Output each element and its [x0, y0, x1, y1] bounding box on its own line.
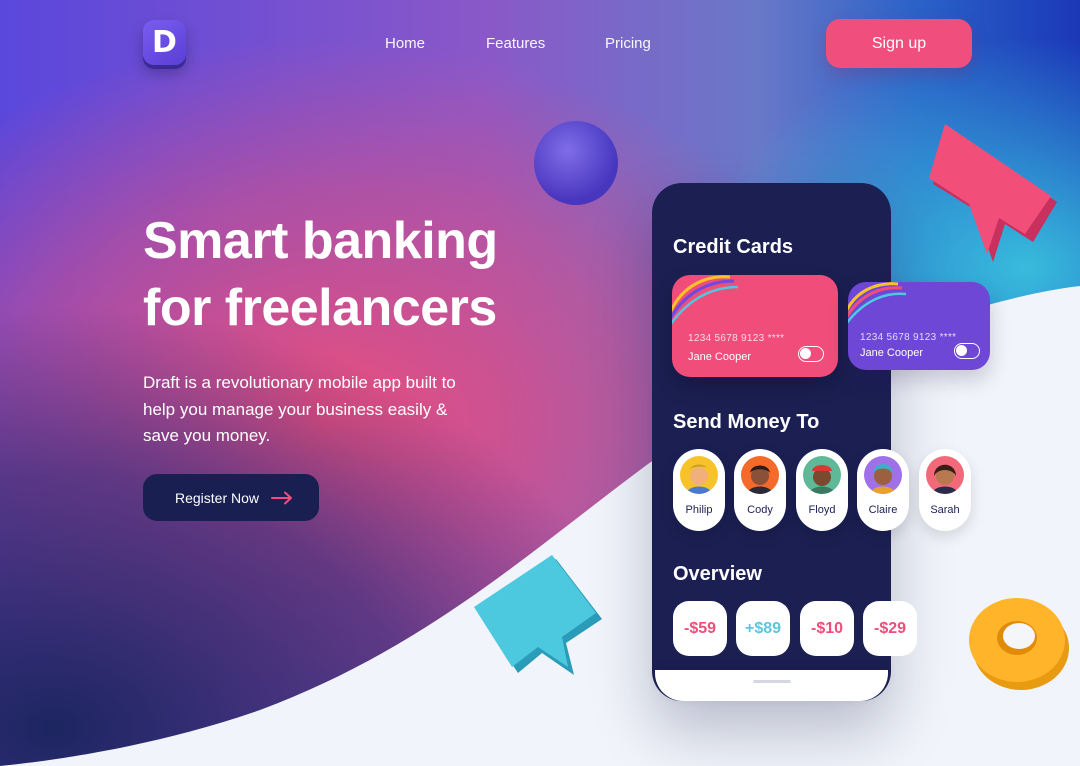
chat-bubble-decoration: [474, 555, 602, 675]
card-stripes-decoration: [848, 282, 907, 324]
phone-bottom-sheet: [655, 670, 888, 701]
contact-philip[interactable]: Philip: [673, 449, 725, 531]
avatar: [741, 456, 779, 494]
app-logo[interactable]: D: [143, 20, 186, 65]
card-number: 1234 5678 9123 ****: [688, 333, 785, 344]
contact-name: Cody: [747, 504, 773, 516]
avatar: [864, 456, 902, 494]
register-button[interactable]: Register Now: [143, 474, 319, 521]
credit-card[interactable]: 1234 5678 9123 **** Jane Cooper: [672, 275, 838, 377]
hero-title-line: Smart banking: [143, 212, 498, 270]
contact-sarah[interactable]: Sarah: [919, 449, 971, 531]
contact-name: Claire: [868, 504, 898, 516]
hero-title-line: for freelancers: [143, 279, 497, 337]
contact-claire[interactable]: Claire: [857, 449, 909, 531]
contact-name: Floyd: [808, 504, 836, 516]
nav-link-features[interactable]: Features: [486, 35, 545, 52]
card-stripes-decoration: [672, 275, 739, 325]
overview-amount[interactable]: +$89: [736, 601, 790, 656]
contact-name: Sarah: [930, 504, 960, 516]
logo-letter: D: [152, 25, 177, 60]
hero-title: Smart banking for freelancers: [143, 208, 583, 342]
register-label: Register Now: [175, 489, 260, 506]
card-toggle[interactable]: [798, 346, 824, 362]
contact-name: Philip: [685, 504, 713, 516]
card-number: 1234 5678 9123 ****: [860, 332, 957, 343]
card-toggle[interactable]: [954, 343, 980, 359]
send-money-title: Send Money To: [673, 411, 820, 433]
overview-title: Overview: [673, 563, 762, 585]
overview-amount[interactable]: -$59: [673, 601, 727, 656]
contact-cody[interactable]: Cody: [734, 449, 786, 531]
overview-amount[interactable]: -$29: [863, 601, 917, 656]
card-holder: Jane Cooper: [688, 351, 751, 363]
avatar: [680, 456, 718, 494]
overview-amount[interactable]: -$10: [800, 601, 854, 656]
avatar: [926, 456, 964, 494]
chat-bubble-decoration: [929, 124, 1057, 262]
credit-card[interactable]: 1234 5678 9123 **** Jane Cooper: [848, 282, 990, 370]
nav-link-pricing[interactable]: Pricing: [605, 35, 651, 52]
nav-link-home[interactable]: Home: [385, 35, 425, 52]
signup-button[interactable]: Sign up: [826, 19, 972, 68]
avatar: [803, 456, 841, 494]
arrow-right-icon: [271, 491, 293, 505]
credit-cards-title: Credit Cards: [673, 236, 794, 258]
home-indicator[interactable]: [753, 680, 791, 683]
ring-decoration: [969, 598, 1069, 690]
signup-label: Sign up: [871, 34, 927, 52]
card-holder: Jane Cooper: [860, 347, 923, 359]
contact-floyd[interactable]: Floyd: [796, 449, 848, 531]
hero-description: Draft is a revolutionary mobile app buil…: [143, 373, 456, 445]
